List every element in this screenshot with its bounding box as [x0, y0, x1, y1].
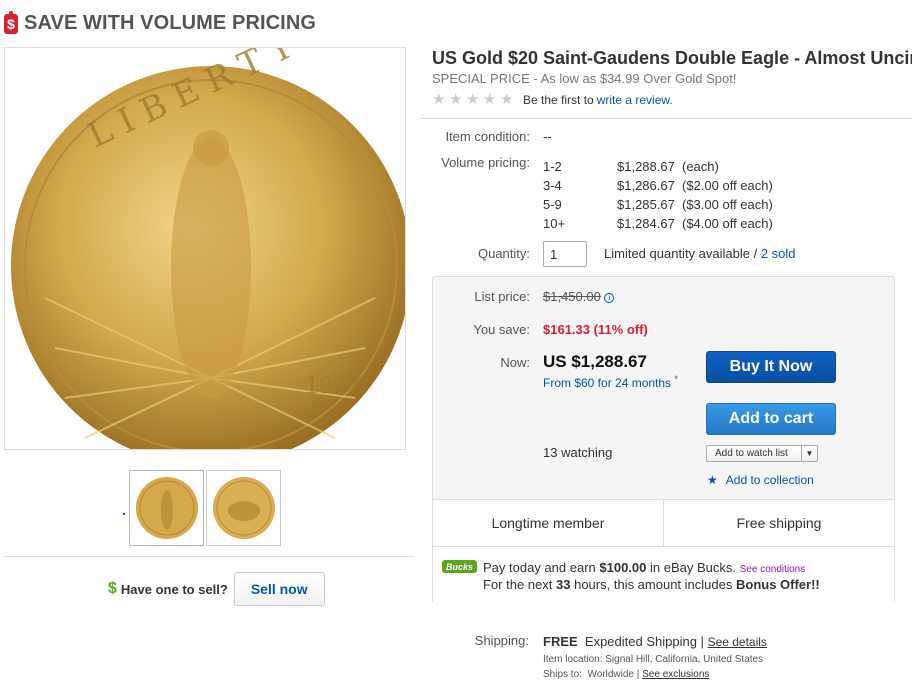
volume-qty: 3-4 — [543, 178, 562, 193]
star-icon: ★ — [432, 91, 446, 108]
shipping-label: Shipping: — [474, 633, 529, 648]
bucks-line2-mid: hours, this amount includes — [574, 577, 733, 592]
star-icon: ★ — [707, 473, 718, 487]
see-conditions-link[interactable]: See conditions — [740, 564, 806, 575]
ebay-bucks-icon: Bucks — [442, 560, 477, 573]
rating-row: ★ ★ ★ ★ ★ Be the first to write a review… — [432, 92, 673, 107]
watch-list-label: Add to watch list — [715, 448, 788, 459]
volume-price: $1,288.67 — [617, 159, 675, 174]
quantity-info: Limited quantity available / 2 sold — [604, 246, 796, 261]
shipping-method: Expedited Shipping | — [584, 634, 704, 649]
listing-title: US Gold $20 Saint-Gaudens Double Eagle -… — [432, 48, 912, 68]
volume-qty: 10+ — [543, 216, 566, 231]
ships-to-value: Worldwide | — [587, 669, 640, 680]
svg-text:1927: 1927 — [305, 374, 361, 399]
finance-wrap: From $60 for 24 months * — [543, 374, 678, 390]
chevron-down-icon[interactable]: ▼ — [801, 446, 817, 461]
rating-text: Be the first to — [523, 92, 594, 107]
bucks-bonus-line: For the next 33 hours, this amount inclu… — [483, 577, 820, 592]
volume-pricing-banner: $ SAVE WITH VOLUME PRICING — [4, 10, 317, 35]
watching-count: 13 watching — [543, 445, 613, 460]
now-label: Now: — [500, 355, 530, 370]
add-to-collection-link[interactable]: Add to collection — [726, 473, 814, 487]
volume-note: (each) — [682, 159, 719, 174]
ships-to: Ships to: Worldwide | See exclusions — [543, 669, 709, 680]
quantity-availability: Limited quantity available / — [604, 246, 758, 261]
banner-title: SAVE WITH VOLUME PRICING — [24, 12, 317, 34]
seller-highlights: Longtime member Free shipping — [433, 500, 894, 547]
dollar-icon: $ — [108, 580, 117, 597]
volume-row: 10+ $1,284.67 ($4.00 off each) — [543, 214, 773, 233]
star-icon: ★ — [449, 91, 463, 108]
quantity-input[interactable] — [543, 241, 587, 267]
free-shipping-badge: Free shipping — [663, 500, 894, 546]
list-price-label: List price: — [474, 289, 530, 304]
volume-price: $1,286.67 — [617, 178, 675, 193]
main-product-image[interactable]: L I B E R T Y 1927 — [4, 47, 406, 450]
volume-note: ($2.00 off each) — [682, 178, 773, 193]
condition-label: Item condition: — [445, 129, 530, 144]
volume-qty: 5-9 — [543, 197, 562, 212]
thumbnail-obverse[interactable] — [129, 470, 204, 546]
bucks-amount: $100.00 — [599, 560, 647, 575]
rating-stars: ★ ★ ★ ★ ★ — [432, 92, 517, 107]
sell-now-button[interactable]: Sell now — [233, 572, 325, 606]
thumbnail-reverse[interactable] — [206, 470, 281, 546]
coin-reverse-thumb — [212, 477, 275, 539]
buy-it-now-button[interactable]: Buy It Now — [706, 351, 836, 383]
shipping-value: FREE Expedited Shipping | See details — [543, 634, 767, 649]
bucks-post: in eBay Bucks. — [650, 560, 736, 575]
shipping-free: FREE — [543, 634, 578, 649]
longtime-member: Longtime member — [491, 515, 605, 531]
details-separator — [420, 118, 912, 119]
thumbnail-strip — [129, 470, 283, 546]
volume-note: ($3.00 off each) — [682, 197, 773, 212]
finance-mark: * — [674, 374, 678, 384]
volume-label: Volume pricing: — [441, 155, 530, 170]
ships-to-label: Ships to: — [543, 669, 582, 680]
bucks-pre: Pay today and earn — [483, 560, 596, 575]
listing-subtitle: SPECIAL PRICE - As low as $34.99 Over Go… — [432, 71, 737, 86]
volume-row: 5-9 $1,285.67 ($3.00 off each) — [543, 195, 773, 214]
star-icon: ★ — [466, 91, 480, 108]
sold-link[interactable]: 2 sold — [761, 246, 796, 261]
volume-row: 3-4 $1,286.67 ($2.00 off each) — [543, 176, 773, 195]
bucks-line2-pre: For the next — [483, 577, 553, 592]
now-price: US $1,288.67 — [543, 352, 647, 371]
bucks-area — [433, 547, 894, 603]
add-to-collection[interactable]: ★ Add to collection — [707, 473, 814, 487]
bucks-offer-line: Pay today and earn $100.00 in eBay Bucks… — [483, 560, 805, 575]
coin-obverse-image: L I B E R T Y 1927 — [11, 48, 405, 449]
see-details-link[interactable]: See details — [708, 635, 767, 649]
bonus-offer: Bonus Offer!! — [735, 577, 820, 592]
volume-qty: 1-2 — [543, 159, 562, 174]
volume-price: $1,285.67 — [617, 197, 675, 212]
item-location: Item location: Signal Hill, California, … — [543, 654, 764, 665]
info-icon[interactable]: i — [604, 293, 615, 303]
star-icon: ★ — [483, 91, 497, 108]
sell-row: $ Have one to sell? Sell now — [108, 572, 325, 606]
bucks-hours: 33 — [556, 577, 571, 592]
list-price-wrap: $1,450.00 i — [543, 289, 615, 304]
volume-note: ($4.00 off each) — [682, 216, 773, 231]
list-price: $1,450.00 — [543, 289, 601, 304]
thumb-nav-dot — [123, 513, 125, 515]
volume-row: 1-2 $1,288.67 (each) — [543, 157, 773, 176]
add-to-cart-button[interactable]: Add to cart — [706, 403, 836, 435]
quantity-label: Quantity: — [477, 246, 530, 261]
add-to-watch-list-button[interactable]: Add to watch list ▼ — [706, 445, 818, 462]
volume-table: 1-2 $1,288.67 (each) 3-4 $1,286.67 ($2.0… — [543, 157, 773, 233]
left-divider — [4, 556, 414, 557]
coin-obverse-thumb — [135, 477, 198, 539]
you-save-value: $161.33 (11% off) — [543, 322, 648, 337]
volume-price: $1,284.67 — [617, 216, 675, 231]
sell-prompt: Have one to sell? — [120, 581, 228, 597]
write-review-link[interactable]: write a review. — [597, 93, 673, 107]
see-exclusions-link[interactable]: See exclusions — [642, 669, 709, 680]
finance-link[interactable]: From $60 for 24 months — [543, 376, 671, 390]
you-save-label: You save: — [473, 322, 530, 337]
condition-value: -- — [543, 129, 552, 144]
price-tag-icon: $ — [4, 10, 18, 34]
star-icon: ★ — [500, 91, 514, 108]
